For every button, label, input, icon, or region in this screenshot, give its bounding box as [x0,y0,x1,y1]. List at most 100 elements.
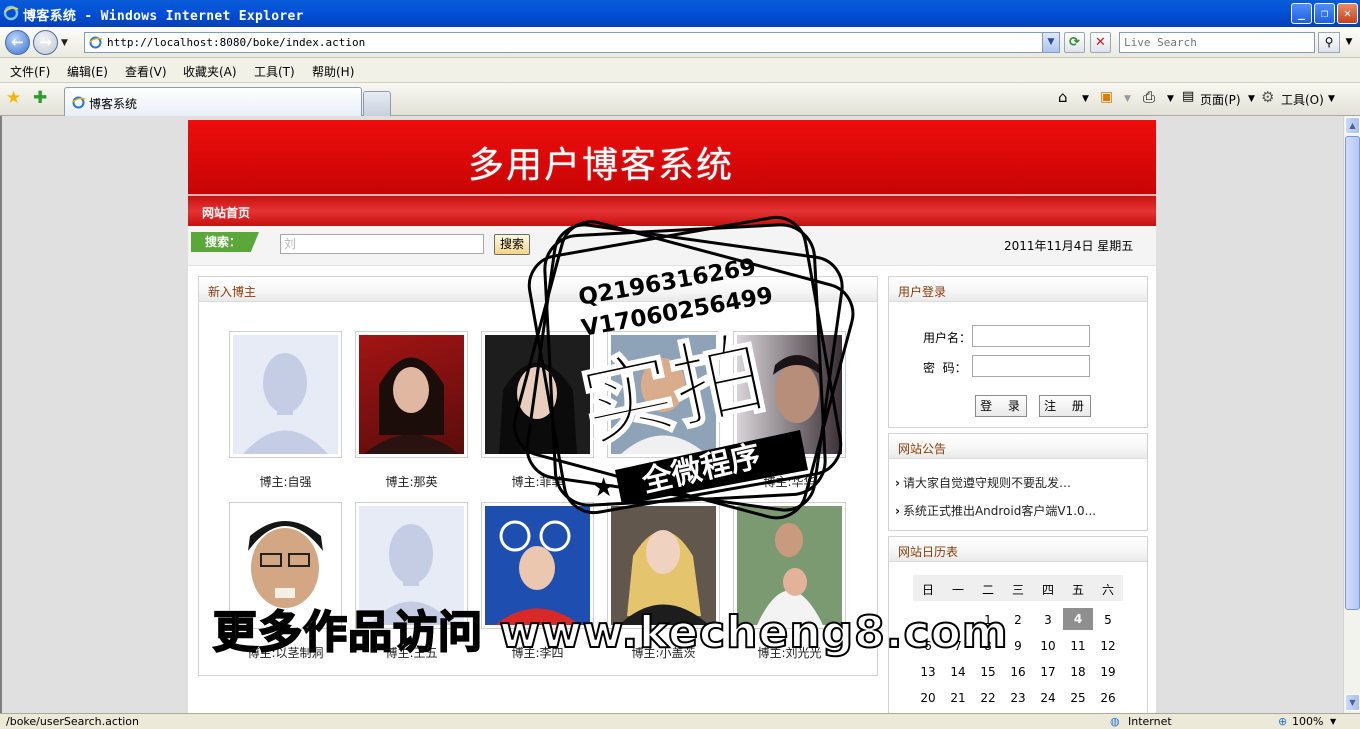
search-options-chevron-icon[interactable]: ▼ [1342,32,1356,53]
page-menu-chevron-icon[interactable]: ▼ [1248,94,1255,104]
menu-edit[interactable]: 编辑(E) [67,63,108,80]
address-dropdown-icon[interactable]: ▼ [1042,33,1059,52]
feeds-chevron-icon[interactable]: ▼ [1124,94,1131,104]
calendar-day[interactable]: 13 [913,665,943,679]
calendar-day[interactable]: 22 [973,691,1003,705]
address-field[interactable]: http://localhost:8080/boke/index.action … [84,32,1060,53]
weekday: 四 [1041,583,1054,597]
refresh-icon[interactable]: ⟳ [1064,32,1085,53]
calendar-day[interactable]: 11 [1063,639,1093,653]
calendar-day-today[interactable]: 4 [1063,608,1093,630]
menu-favorites[interactable]: 收藏夹(A) [183,63,237,80]
calendar-day[interactable]: 19 [1093,665,1123,679]
minimize-button[interactable]: _ [1291,3,1312,24]
print-chevron-icon[interactable]: ▼ [1167,94,1174,104]
back-button[interactable]: ← [5,30,30,55]
window-titlebar: 博客系统 - Windows Internet Explorer _ ❐ ✕ [0,0,1360,27]
zoom-chevron-icon[interactable]: ▼ [1330,717,1336,726]
close-button[interactable]: ✕ [1337,3,1358,24]
username-input[interactable] [972,325,1090,347]
menu-tools[interactable]: 工具(T) [254,63,295,80]
calendar-day[interactable]: 26 [1093,691,1123,705]
username-label: 用户名： [923,331,972,345]
calendar-day[interactable]: 21 [943,691,973,705]
scroll-down-icon[interactable]: ▼ [1345,694,1360,711]
page-menu[interactable]: 页面(P) [1200,91,1241,108]
tools-menu-chevron-icon[interactable]: ▼ [1328,94,1335,104]
blogger-card[interactable]: 博主:菲菲 [481,331,594,489]
calendar-day[interactable]: 20 [913,691,943,705]
new-bloggers-header: 新入博主 [199,277,877,302]
blogger-card[interactable]: 博主:华华 [733,331,846,489]
site-search-input[interactable]: 刘 [280,234,484,254]
calendar-heading: 网站日历表 [898,545,959,559]
calendar-day[interactable]: 17 [1033,665,1063,679]
site-search-button[interactable]: 搜索 [494,234,530,255]
recent-pages-chevron-icon[interactable]: ▼ [61,38,68,48]
calendar-header: 网站日历表 [889,537,1147,562]
avatar[interactable] [737,335,842,454]
avatar[interactable] [611,335,716,454]
home-icon[interactable]: ⌂ [1058,88,1068,106]
calendar-day[interactable]: 3 [1033,613,1063,627]
calendar-day[interactable]: 14 [943,665,973,679]
menu-bar: 文件(F) 编辑(E) 查看(V) 收藏夹(A) 工具(T) 帮助(H) [0,58,1360,83]
calendar-day[interactable]: 10 [1033,639,1063,653]
calendar-day[interactable]: 24 [1033,691,1063,705]
avatar[interactable] [233,335,338,454]
calendar-day[interactable]: 18 [1063,665,1093,679]
announcements-heading: 网站公告 [898,442,947,456]
calendar-day[interactable]: 16 [1003,665,1033,679]
new-tab-button[interactable] [363,91,391,116]
calendar-day[interactable]: 25 [1063,691,1093,705]
announcement-item[interactable]: 系统正式推出Android客户端V1.0... [895,502,1096,519]
login-heading: 用户登录 [898,285,947,299]
blogger-name[interactable]: 博主:菲菲 [481,473,594,490]
forward-button[interactable]: → [33,30,58,55]
home-chevron-icon[interactable]: ▼ [1082,94,1089,104]
tools-menu[interactable]: 工具(O) [1281,91,1324,108]
zoom-level[interactable]: 100% [1292,715,1323,728]
page-icon [89,36,103,49]
scroll-up-icon[interactable]: ▲ [1345,117,1360,134]
live-search-box[interactable] [1119,32,1315,53]
calendar-day[interactable]: 5 [1093,613,1123,627]
tab-blog-system[interactable]: 博客系统 [64,87,362,116]
blogger-name[interactable]: 博主:华华 [733,473,846,490]
announcements-header: 网站公告 [889,434,1147,459]
avatar[interactable] [485,335,590,454]
calendar-day[interactable]: 15 [973,665,1003,679]
favorites-star-icon[interactable]: ★ [6,90,21,107]
add-favorite-icon[interactable]: ✚ [33,90,47,107]
calendar-day[interactable]: 12 [1093,639,1123,653]
register-button[interactable]: 注 册 [1039,395,1091,417]
zoom-icon: ⊕ [1278,715,1288,728]
calendar-week: 20 21 22 23 24 25 26 [913,685,1123,711]
menu-file[interactable]: 文件(F) [10,63,50,80]
calendar-week: 13 14 15 16 17 18 19 [913,659,1123,685]
blogger-card[interactable] [607,331,720,458]
blogger-name[interactable]: 博主:自强 [229,473,342,490]
print-icon[interactable]: ⎙ [1143,88,1155,106]
login-panel: 用户登录 用户名： 密 码： 登 录 注 册 [888,276,1148,428]
maximize-button[interactable]: ❐ [1314,3,1335,24]
vertical-scrollbar[interactable]: ▲ ▼ [1343,116,1360,713]
menu-help[interactable]: 帮助(H) [312,63,354,80]
scroll-thumb[interactable] [1345,136,1360,610]
calendar-day[interactable]: 23 [1003,691,1033,705]
avatar[interactable] [359,335,464,454]
blogger-card[interactable]: 博主:那英 [355,331,468,489]
live-search-input[interactable] [1120,33,1310,52]
login-button[interactable]: 登 录 [975,395,1027,417]
address-toolbar: ← → ▼ http://localhost:8080/boke/index.a… [0,27,1360,58]
feeds-icon[interactable]: ▣ [1100,89,1113,105]
password-input[interactable] [972,355,1090,377]
gear-icon: ⚙ [1261,88,1275,106]
menu-view[interactable]: 查看(V) [125,63,167,80]
announcement-item[interactable]: 请大家自觉遵守规则不要乱发… [895,474,1071,491]
search-go-icon[interactable]: ⚲ [1318,32,1340,53]
blogger-name[interactable]: 博主:那英 [355,473,468,490]
blogger-card[interactable]: 博主:自强 [229,331,342,489]
stop-icon[interactable]: ✕ [1090,32,1111,53]
nav-home-link[interactable]: 网站首页 [202,204,250,221]
